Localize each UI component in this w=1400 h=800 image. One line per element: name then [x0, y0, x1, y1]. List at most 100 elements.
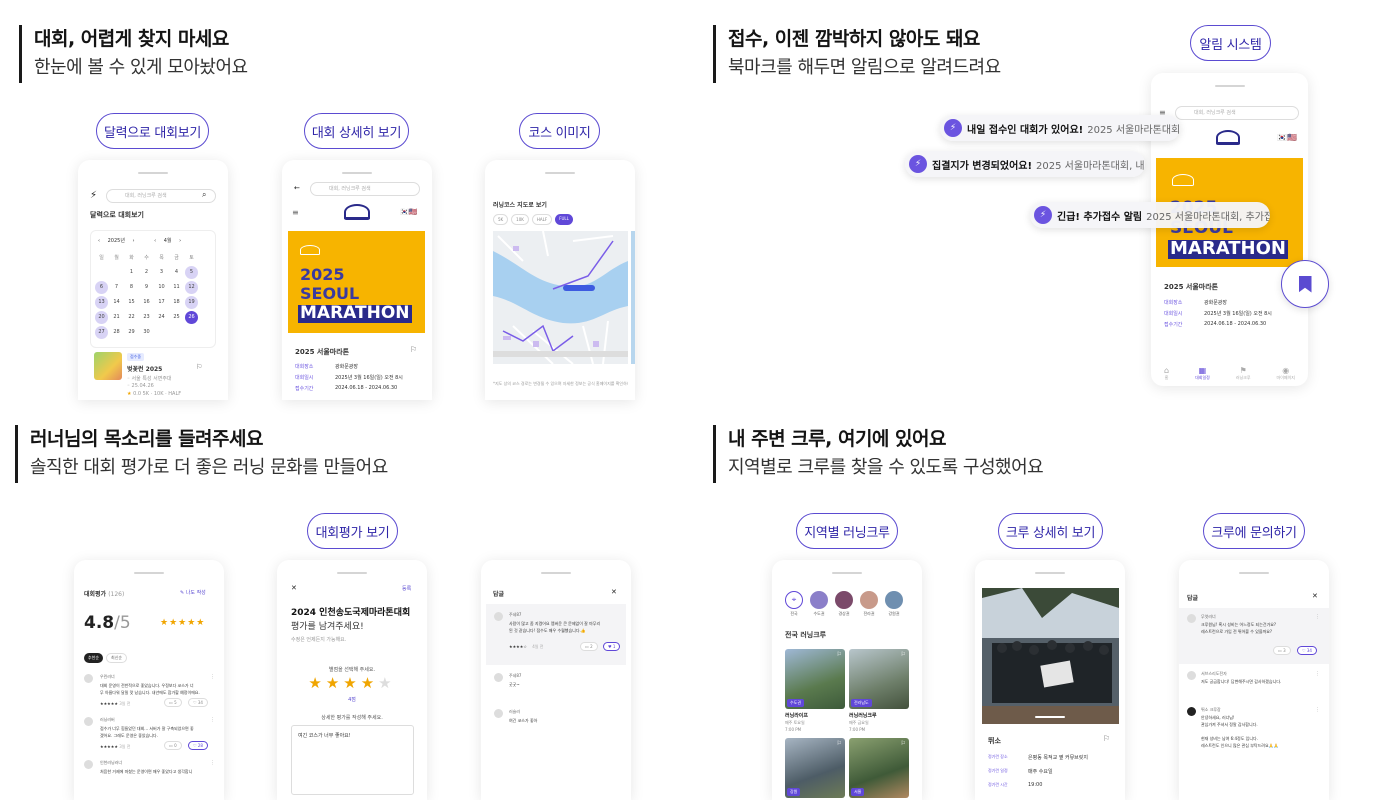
calendar-day[interactable]: 4	[169, 265, 184, 280]
calendar-day[interactable]: 5	[184, 265, 199, 280]
region-filter-item[interactable]: ⌖ 전국	[785, 591, 803, 617]
toast-location-change[interactable]: ⚡ 집결지가 변경되었어요! 2025 서울마라톤대회, 내...	[905, 151, 1145, 177]
calendar-day[interactable]: 11	[169, 280, 184, 295]
search-input[interactable]: 대회, 러닝크루 검색	[106, 189, 216, 203]
search-input[interactable]: 대회, 러닝크루 검색	[310, 182, 420, 196]
course-chip[interactable]: 5K	[493, 214, 509, 225]
tab-item[interactable]: ◉ 마이페이지	[1277, 366, 1295, 381]
calendar-day[interactable]: 7	[109, 280, 124, 295]
region-filter-item[interactable]: 경상권	[835, 591, 853, 617]
bookmark-icon[interactable]: ⚐	[901, 740, 906, 747]
flag-icons[interactable]: 🇰🇷🇺🇸	[1277, 133, 1297, 142]
bookmark-icon[interactable]: ⚐	[196, 363, 202, 371]
calendar-day[interactable]: 12	[184, 280, 199, 295]
tab-item[interactable]: ⚑ 러닝크루	[1236, 366, 1251, 381]
calendar-day[interactable]: 24	[154, 310, 169, 325]
calendar-day[interactable]: 20	[94, 310, 109, 325]
calendar-day[interactable]: 14	[109, 295, 124, 310]
pill-notification-system[interactable]: 알림 시스템	[1190, 25, 1271, 61]
calendar-day[interactable]: 15	[124, 295, 139, 310]
calendar-day[interactable]: 29	[124, 325, 139, 340]
calendar-day[interactable]: 10	[154, 280, 169, 295]
bookmark-icon[interactable]: ⚐	[1103, 734, 1110, 743]
course-chip[interactable]: 10K	[511, 214, 529, 225]
close-icon[interactable]: ✕	[1312, 592, 1318, 600]
calendar-day[interactable]: 18	[169, 295, 184, 310]
prev-month-icon[interactable]: ‹	[154, 238, 156, 244]
calendar-day[interactable]: 25	[169, 310, 184, 325]
calendar-day[interactable]: 21	[109, 310, 124, 325]
like-button[interactable]: ♡ 34	[188, 698, 208, 707]
course-chip[interactable]: FULL	[555, 214, 573, 225]
more-icon[interactable]: ⋮	[210, 760, 215, 766]
like-button[interactable]: ♥ 1	[603, 642, 621, 651]
more-icon[interactable]: ⋮	[210, 717, 215, 723]
calendar-day[interactable]: 19	[184, 295, 199, 310]
review-textarea[interactable]: 여긴 코스가 너무 좋아요!	[291, 725, 414, 795]
comment-button[interactable]: ▭ 0	[164, 741, 182, 750]
calendar-day[interactable]: 26	[184, 310, 199, 325]
calendar-day[interactable]: 3	[154, 265, 169, 280]
calendar-day[interactable]: 30	[139, 325, 154, 340]
bookmark-icon[interactable]: ⚐	[901, 651, 906, 658]
write-review-link[interactable]: ✎ 나도 작성	[180, 589, 206, 596]
prev-year-icon[interactable]: ‹	[98, 238, 100, 244]
pill-race-detail[interactable]: 대회 상세히 보기	[304, 113, 409, 149]
more-icon[interactable]: ⋮	[210, 674, 215, 680]
submit-button[interactable]: 등록	[402, 585, 411, 592]
close-icon[interactable]: ✕	[291, 584, 297, 592]
pill-calendar-view[interactable]: 달력으로 대회보기	[96, 113, 209, 149]
sort-recommended[interactable]: 추천순	[84, 653, 104, 663]
like-button[interactable]: ♡ 34	[1297, 646, 1317, 655]
back-icon[interactable]: ←	[294, 184, 300, 192]
course-chip[interactable]: HALF	[531, 214, 553, 225]
tab-item[interactable]: ▦ 대회일정	[1195, 366, 1210, 381]
calendar-day[interactable]: 27	[94, 325, 109, 340]
pill-crew-detail[interactable]: 크루 상세히 보기	[998, 513, 1103, 549]
menu-icon[interactable]: ≡	[292, 208, 299, 217]
crew-image[interactable]: 강원 ⚐	[785, 738, 845, 798]
calendar-day[interactable]: 9	[139, 280, 154, 295]
course-map[interactable]	[493, 231, 628, 364]
comment-button[interactable]: ▭ 2	[580, 642, 598, 651]
pill-view-reviews[interactable]: 대회평가 보기	[307, 513, 398, 549]
calendar-day[interactable]: 16	[139, 295, 154, 310]
toast-registration-tomorrow[interactable]: ⚡ 내일 접수인 대회가 있어요!2025 서울마라톤대회,...	[940, 115, 1180, 141]
toast-extra-registration[interactable]: ⚡ 긴급! 추가접수 알림 2025 서울마라톤대회, 추가접...	[1030, 202, 1270, 228]
more-icon[interactable]: ⋮	[1315, 671, 1320, 677]
comment-button[interactable]: ▭ 3	[1273, 646, 1291, 655]
calendar-day[interactable]: 8	[124, 280, 139, 295]
region-filter-item[interactable]: 수도권	[810, 591, 828, 617]
tab-item[interactable]: ⌂ 홈	[1164, 366, 1169, 381]
crew-image[interactable]: 수도권 ⚐	[785, 649, 845, 709]
bookmark-icon[interactable]: ⚐	[410, 345, 417, 354]
more-icon[interactable]: ⋮	[1315, 614, 1320, 620]
calendar-day[interactable]: 6	[94, 280, 109, 295]
calendar-day[interactable]: 23	[139, 310, 154, 325]
comment-button[interactable]: ▭ 5	[164, 698, 182, 707]
calendar-day[interactable]: 1	[124, 265, 139, 280]
pill-course-image[interactable]: 코스 이미지	[519, 113, 600, 149]
calendar-day[interactable]: 17	[154, 295, 169, 310]
region-filter-item[interactable]: 전라권	[860, 591, 878, 617]
calendar-day[interactable]: 2	[139, 265, 154, 280]
flag-icons[interactable]: 🇰🇷🇺🇸	[400, 208, 417, 216]
bookmark-button[interactable]	[1281, 260, 1329, 308]
pill-contact-crew[interactable]: 크루에 문의하기	[1203, 513, 1305, 549]
calendar-day[interactable]: 22	[124, 310, 139, 325]
star-input[interactable]: ★★★★★	[277, 674, 427, 692]
crew-image[interactable]: 서울 ⚐	[849, 738, 909, 798]
search-icon[interactable]: ⌕	[202, 190, 206, 200]
region-filter-item[interactable]: 강원권	[885, 591, 903, 617]
bookmark-icon[interactable]: ⚐	[837, 651, 842, 658]
next-year-icon[interactable]: ›	[133, 238, 135, 244]
search-input[interactable]: 대회, 러닝크루 검색	[1175, 106, 1299, 120]
sort-latest[interactable]: 최신순	[106, 653, 128, 663]
next-month-icon[interactable]: ›	[179, 238, 181, 244]
like-button[interactable]: ♡ 28	[188, 741, 208, 750]
bookmark-icon[interactable]: ⚐	[837, 740, 842, 747]
crew-image[interactable]: 전라남도 ⚐	[849, 649, 909, 709]
close-icon[interactable]: ✕	[611, 588, 617, 596]
calendar-day[interactable]: 28	[109, 325, 124, 340]
calendar-day[interactable]: 13	[94, 295, 109, 310]
